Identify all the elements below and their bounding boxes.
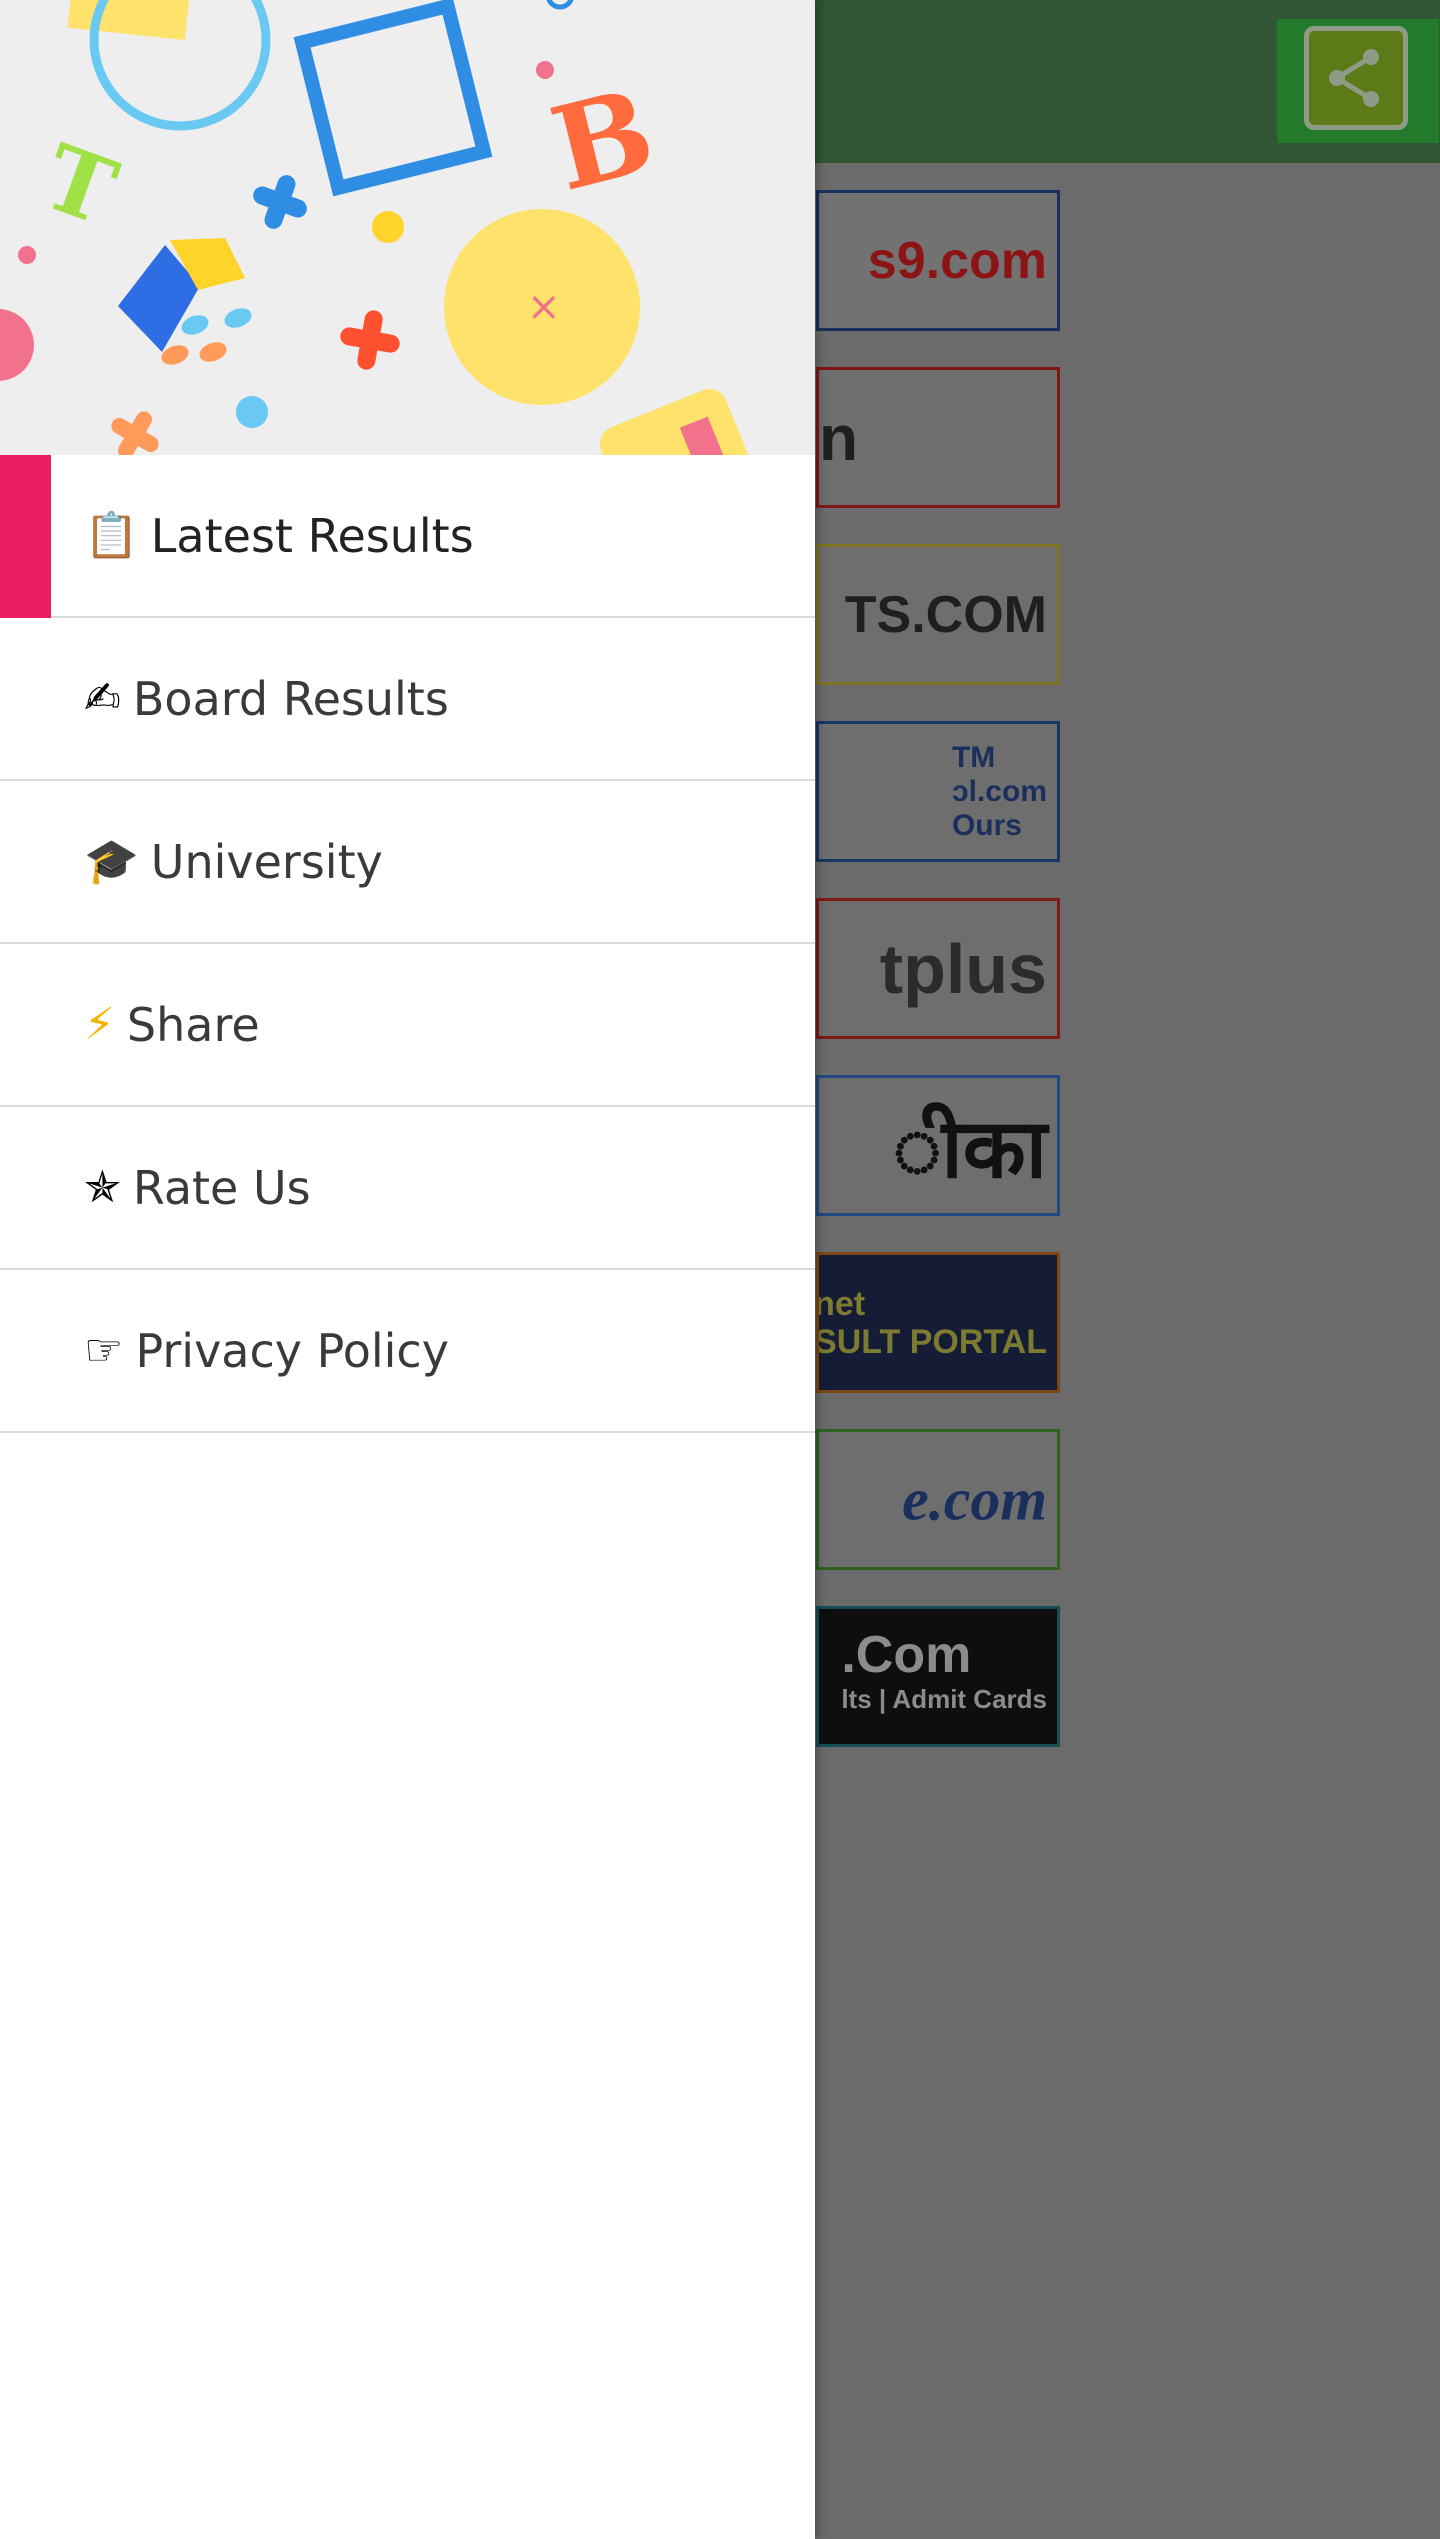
- site-banner-3[interactable]: TS.COM: [816, 544, 1060, 685]
- site-banner-text: n: [819, 401, 859, 474]
- svg-text:×: ×: [527, 284, 561, 330]
- result-sites-list: s9.com n TS.COM TM ɔl.com Ours tplus ीका…: [816, 190, 1060, 1783]
- menu-item-label: Share: [126, 997, 260, 1052]
- menu-item-share[interactable]: ⚡ Share: [0, 944, 815, 1107]
- header-pattern-image: B T ×: [0, 0, 756, 455]
- site-banner-7[interactable]: cs.net RESULT PORTAL: [816, 1252, 1060, 1393]
- site-banner-9[interactable]: .Com lts | Admit Cards: [816, 1606, 1060, 1747]
- site-banner-text: cs.net RESULT PORTAL: [816, 1284, 1047, 1361]
- site-banner-text: s9.com: [867, 231, 1047, 290]
- navigation-drawer: B T × 📋 Latest Results ✍ Board Results 🎓…: [0, 0, 815, 2539]
- site-banner-text: tplus: [879, 929, 1047, 1008]
- drawer-header-illustration: B T ×: [0, 0, 815, 455]
- site-banner-1[interactable]: s9.com: [816, 190, 1060, 331]
- menu-item-latest-results[interactable]: 📋 Latest Results: [0, 455, 815, 618]
- menu-item-university[interactable]: 🎓 University: [0, 781, 815, 944]
- site-banner-text: TM ɔl.com Ours: [951, 740, 1047, 842]
- site-banner-text: e.com: [902, 1466, 1047, 1532]
- site-banner-5[interactable]: tplus: [816, 898, 1060, 1039]
- svg-text:B: B: [539, 63, 666, 218]
- pointing-hand-icon: ☞: [84, 1324, 124, 1376]
- menu-item-label: Rate Us: [132, 1160, 311, 1215]
- site-banner-text: ीका: [892, 1103, 1047, 1195]
- site-banner-2[interactable]: n: [816, 367, 1060, 508]
- writing-hand-icon: ✍: [84, 672, 121, 724]
- menu-item-label: Latest Results: [150, 508, 474, 563]
- menu-item-label: Privacy Policy: [135, 1323, 449, 1378]
- share-button[interactable]: [1277, 19, 1439, 143]
- site-banner-6[interactable]: ीका: [816, 1075, 1060, 1216]
- menu-item-rate-us[interactable]: ✯ Rate Us: [0, 1107, 815, 1270]
- share-icon: [1329, 49, 1379, 107]
- clipboard-icon: 📋: [84, 509, 139, 561]
- menu-item-privacy-policy[interactable]: ☞ Privacy Policy: [0, 1270, 815, 1433]
- graduation-cap-icon: 🎓: [84, 835, 139, 887]
- site-banner-subtitle: lts | Admit Cards: [841, 1683, 1047, 1714]
- menu-item-label: Board Results: [132, 671, 449, 726]
- site-banner-title: .Com: [841, 1625, 972, 1684]
- drawer-menu: 📋 Latest Results ✍ Board Results 🎓 Unive…: [0, 455, 815, 1433]
- star-icon: ✯: [84, 1161, 121, 1213]
- menu-item-label: University: [150, 834, 383, 889]
- lightning-icon: ⚡: [84, 998, 115, 1050]
- site-banner-4[interactable]: TM ɔl.com Ours: [816, 721, 1060, 862]
- share-icon-frame: [1304, 26, 1408, 130]
- site-banner-text: .Com lts | Admit Cards: [841, 1629, 1047, 1721]
- svg-text:T: T: [30, 124, 129, 247]
- site-banner-text: TS.COM: [844, 585, 1047, 644]
- menu-item-board-results[interactable]: ✍ Board Results: [0, 618, 815, 781]
- site-banner-8[interactable]: e.com: [816, 1429, 1060, 1570]
